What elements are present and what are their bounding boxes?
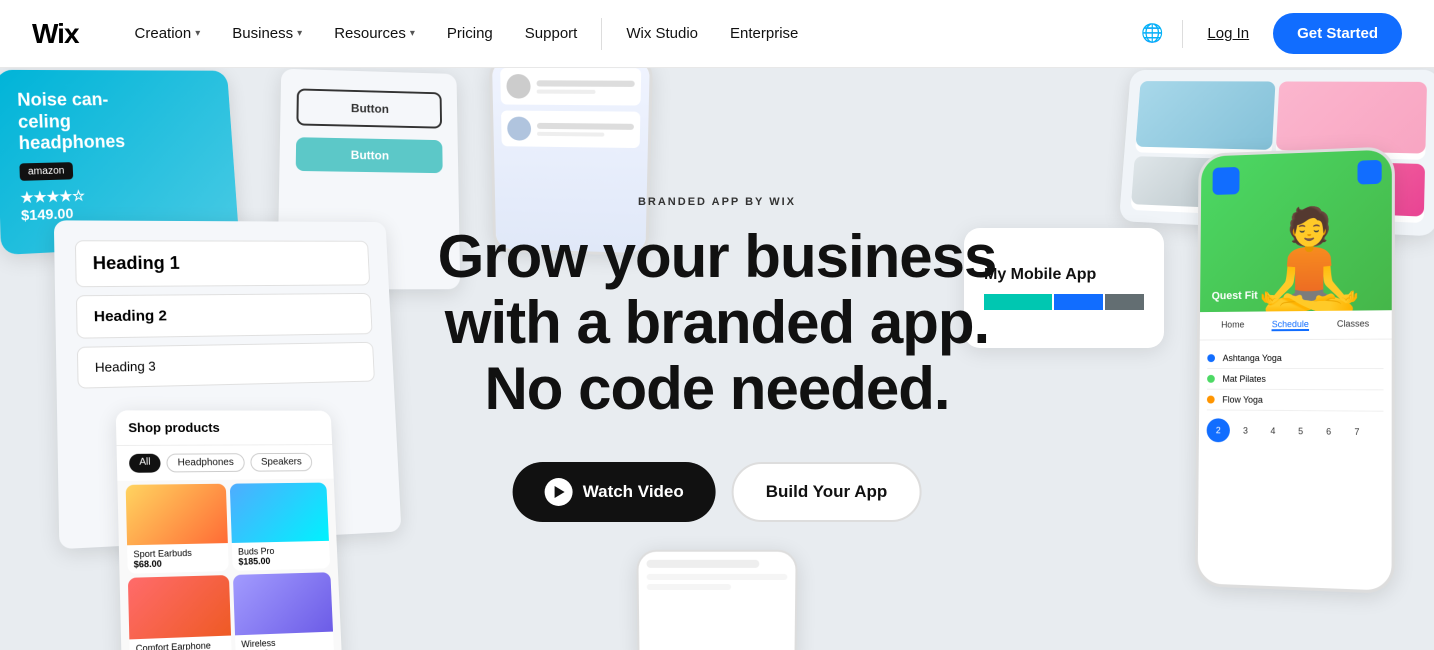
shop-title: Shop products [116, 410, 332, 446]
quest-row-3: Flow Yoga [1207, 390, 1384, 412]
button-demo-outline: Button [296, 88, 442, 128]
language-selector[interactable]: 🌐 [1134, 16, 1170, 52]
nav-item-support[interactable]: Support [509, 0, 594, 68]
chevron-down-icon: ▾ [297, 28, 302, 39]
nav-menu: Creation ▾ Business ▾ Resources ▾ Pricin… [119, 0, 1135, 68]
heading-3: Heading 3 [77, 342, 375, 389]
tr-card-1 [1135, 81, 1275, 156]
hero-tag: BRANDED APP BY WIX [438, 196, 997, 208]
quest-row-1: Ashtanga Yoga [1207, 348, 1383, 369]
quest-row-2: Mat Pilates [1207, 369, 1383, 390]
nav-item-wix-studio[interactable]: Wix Studio [610, 0, 714, 68]
chevron-down-icon: ▾ [410, 28, 415, 39]
mockup-quest-phone: 🧘 Quest Fit Home Schedule Classes Ashtan… [1195, 146, 1395, 594]
navbar: Wix Creation ▾ Business ▾ Resources ▾ Pr… [0, 0, 1434, 68]
nav-item-creation[interactable]: Creation ▾ [119, 0, 217, 68]
play-triangle [555, 486, 565, 498]
quest-nav-home: Home [1221, 320, 1244, 332]
quest-logo-icon [1213, 167, 1240, 195]
heading-2: Heading 2 [76, 293, 373, 339]
build-app-button[interactable]: Build Your App [732, 462, 922, 522]
hero-section: Noise can-celingheadphones amazon ★★★★☆$… [0, 68, 1434, 650]
quest-dot-1 [1207, 354, 1215, 362]
nav-item-pricing[interactable]: Pricing [431, 0, 509, 68]
shop-item-3: Comfort Earphone$140.00 [128, 575, 232, 650]
heading-1: Heading 1 [75, 240, 370, 287]
quest-schedule-list: Ashtanga Yoga Mat Pilates Flow Yoga 2 3 … [1199, 340, 1392, 461]
nav-divider [601, 18, 602, 50]
shop-item-1: Sport Earbuds$68.00 [126, 484, 229, 574]
login-button[interactable]: Log In [1195, 17, 1261, 50]
shop-item-2: Buds Pro$185.00 [230, 483, 330, 571]
hero-buttons: Watch Video Build Your App [438, 462, 997, 522]
quest-nav-classes: Classes [1337, 318, 1369, 330]
quest-nav-schedule: Schedule [1272, 319, 1309, 331]
quest-dot-2 [1207, 375, 1215, 383]
shop-filter-all: All [129, 454, 161, 473]
nav-item-business[interactable]: Business ▾ [216, 0, 318, 68]
color-bars [984, 294, 1144, 310]
quest-header: 🧘 Quest Fit [1200, 149, 1392, 312]
chevron-down-icon: ▾ [195, 28, 200, 39]
watch-video-button[interactable]: Watch Video [513, 462, 716, 522]
logo-text: Wix [32, 18, 79, 50]
quest-dot-3 [1207, 396, 1215, 404]
quest-date-row: 2 3 4 5 6 7 [1207, 410, 1384, 452]
shop-filter-speakers: Speakers [250, 453, 313, 472]
hero-title: Grow your business with a branded app. N… [438, 224, 997, 422]
hero-content: BRANDED APP BY WIX Grow your business wi… [438, 196, 997, 522]
mobile-app-title: My Mobile App [984, 266, 1144, 284]
get-started-button[interactable]: Get Started [1273, 13, 1402, 54]
nav-item-enterprise[interactable]: Enterprise [714, 0, 814, 68]
quest-navigation: Home Schedule Classes [1200, 310, 1392, 340]
noise-card-title: Noise can-celingheadphones [17, 89, 215, 155]
logo[interactable]: Wix [32, 18, 79, 50]
mockup-bottom-phone [636, 550, 797, 650]
play-icon [545, 478, 573, 506]
shop-filter-headphones: Headphones [166, 453, 244, 472]
nav-item-resources[interactable]: Resources ▾ [318, 0, 431, 68]
globe-icon: 🌐 [1141, 23, 1163, 44]
shop-item-4: Wireless$95.00 [233, 572, 334, 650]
quest-title: Quest Fit [1212, 290, 1258, 302]
navbar-right: 🌐 Log In Get Started [1134, 13, 1402, 54]
button-demo-teal: Button [296, 137, 443, 173]
vertical-divider [1182, 20, 1183, 48]
mockup-shop-card: Shop products All Headphones Speakers Sp… [116, 410, 343, 650]
noise-card-price: ★★★★☆$149.00 [20, 183, 219, 224]
